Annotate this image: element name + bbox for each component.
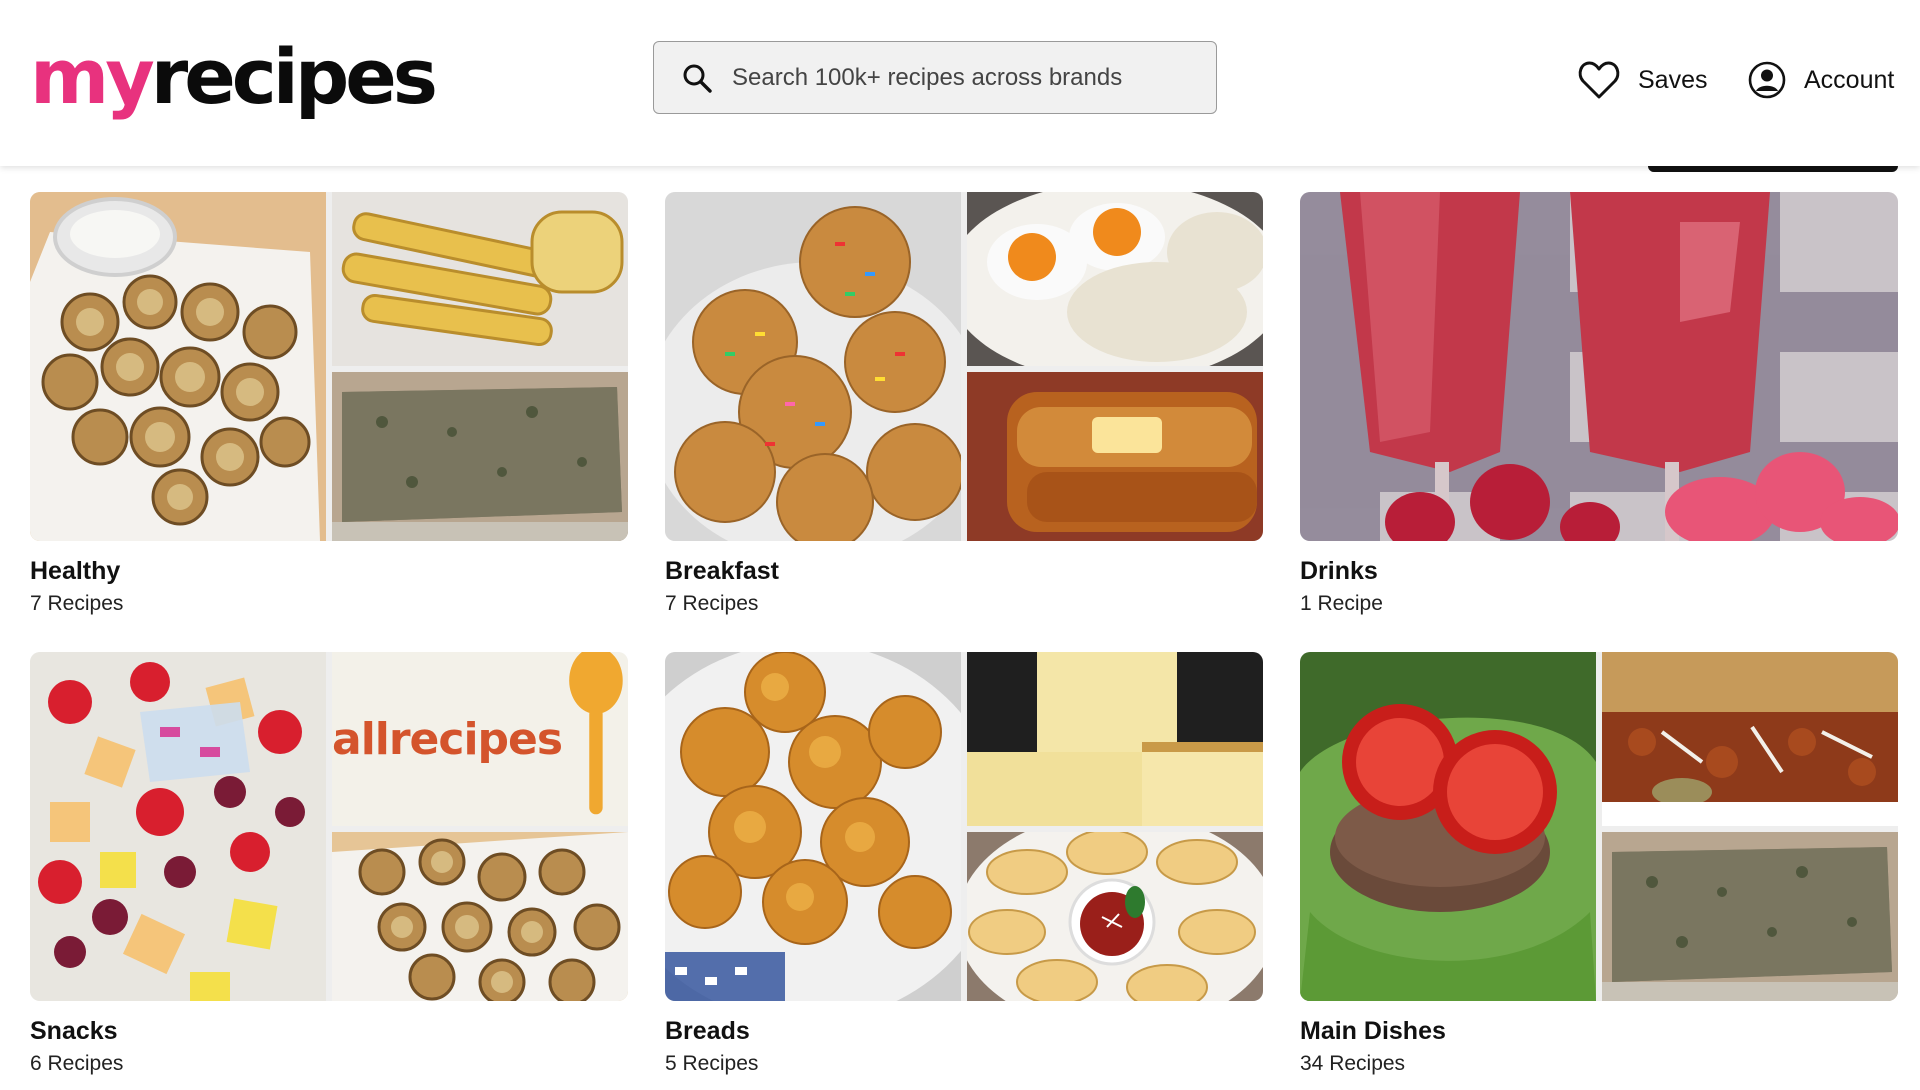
search-input[interactable] bbox=[732, 63, 1172, 92]
donut-holes-image bbox=[665, 192, 961, 541]
search-icon bbox=[683, 64, 712, 93]
corn-fritters-image bbox=[665, 652, 961, 1001]
account-icon bbox=[1748, 61, 1786, 99]
collection-count: 34 Recipes bbox=[1300, 1052, 1406, 1075]
collection-title[interactable]: Drinks bbox=[1300, 557, 1898, 586]
saves-link[interactable]: Saves bbox=[1578, 55, 1707, 105]
collection-card-healthy[interactable]: Healthy 7 Recipes bbox=[30, 192, 628, 616]
collection-card-drinks[interactable]: Drinks 1 Recipe bbox=[1300, 192, 1898, 616]
zucchini-fries-image bbox=[332, 192, 628, 366]
collection-collage[interactable] bbox=[1300, 192, 1898, 541]
fruit-skewers-image bbox=[30, 652, 326, 1001]
collection-count: 6 Recipes bbox=[30, 1052, 124, 1075]
account-link[interactable]: Account bbox=[1748, 55, 1894, 105]
collection-count: 7 Recipes bbox=[30, 592, 124, 615]
collection-card-main-dishes[interactable]: Main Dishes 34 Recipes bbox=[1300, 652, 1898, 1076]
french-toast-image bbox=[967, 372, 1263, 541]
zucchini-chips-image-2 bbox=[332, 832, 628, 1001]
lettuce-burger-image bbox=[1300, 652, 1596, 1001]
collection-count: 1 Recipe bbox=[1300, 592, 1383, 615]
zucchini-chips-image bbox=[30, 192, 326, 541]
collection-collage[interactable] bbox=[665, 192, 1263, 541]
collection-title[interactable]: Snacks bbox=[30, 1017, 628, 1046]
allrecipes-placeholder-image: allrecipes bbox=[332, 652, 628, 826]
baked-salmon-image-2 bbox=[1602, 832, 1898, 1001]
baked-salmon-image bbox=[332, 372, 628, 541]
collection-card-breads[interactable]: Breads 5 Recipes bbox=[665, 652, 1263, 1076]
search-bar[interactable] bbox=[653, 41, 1217, 114]
collection-collage[interactable] bbox=[1300, 652, 1898, 1001]
site-header: myrecipes Saves Account bbox=[0, 0, 1920, 166]
collection-title[interactable]: Breakfast bbox=[665, 557, 1263, 586]
collection-card-breakfast[interactable]: Breakfast 7 Recipes bbox=[665, 192, 1263, 616]
eggs-and-gravy-image bbox=[967, 192, 1263, 366]
heart-icon bbox=[1578, 61, 1620, 99]
crescent-rolls-image bbox=[967, 832, 1263, 1001]
collection-collage[interactable] bbox=[665, 652, 1263, 1001]
collection-title[interactable]: Main Dishes bbox=[1300, 1017, 1898, 1046]
collection-collage[interactable] bbox=[30, 192, 628, 541]
sloppy-joe-image bbox=[1602, 652, 1898, 826]
allrecipes-logo: allrecipes bbox=[332, 713, 563, 765]
collection-title[interactable]: Healthy bbox=[30, 557, 628, 586]
logo-my: my bbox=[30, 32, 155, 121]
myrecipes-logo[interactable]: my recipes bbox=[30, 32, 438, 122]
cornbread-image bbox=[967, 652, 1263, 826]
spoon-icon bbox=[569, 652, 623, 815]
red-drinks-image bbox=[1300, 192, 1898, 541]
collection-count: 5 Recipes bbox=[665, 1052, 759, 1075]
collection-count: 7 Recipes bbox=[665, 592, 759, 615]
collection-collage[interactable]: allrecipes bbox=[30, 652, 628, 1001]
account-label: Account bbox=[1804, 65, 1895, 94]
logo-recipes: recipes bbox=[150, 32, 438, 121]
collection-card-snacks[interactable]: allrecipes Snacks 6 Recipes bbox=[30, 652, 628, 1076]
collection-title[interactable]: Breads bbox=[665, 1017, 1263, 1046]
saves-label: Saves bbox=[1638, 65, 1708, 94]
